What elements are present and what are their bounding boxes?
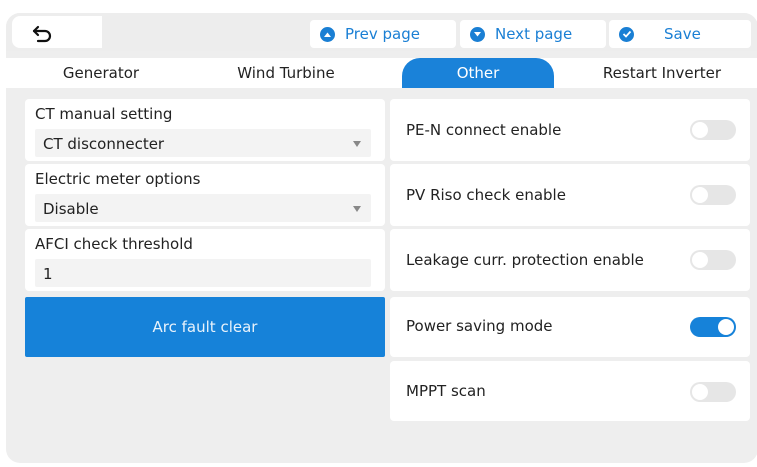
- toggle-knob: [692, 252, 708, 268]
- ct-setting-card: CT manual setting CT disconnecter: [25, 99, 385, 161]
- afci-threshold-input[interactable]: 1: [35, 259, 371, 287]
- tab-restart-inverter[interactable]: Restart Inverter: [576, 58, 748, 88]
- tab-wind-turbine[interactable]: Wind Turbine: [206, 58, 366, 88]
- chevron-down-icon: [470, 26, 485, 42]
- power-saving-toggle[interactable]: [690, 317, 736, 337]
- leakage-toggle[interactable]: [690, 250, 736, 270]
- afci-threshold-card: AFCI check threshold 1: [25, 229, 385, 291]
- prev-page-button[interactable]: Prev page: [310, 20, 456, 48]
- next-page-label: Next page: [495, 25, 573, 43]
- back-button-decoration: [66, 16, 126, 48]
- pv-riso-toggle[interactable]: [690, 185, 736, 205]
- top-toolbar: Prev page Next page Save: [6, 13, 757, 51]
- meter-options-select[interactable]: Disable: [35, 194, 371, 222]
- mppt-scan-label: MPPT scan: [406, 382, 486, 400]
- meter-options-card: Electric meter options Disable: [25, 164, 385, 226]
- toggle-knob: [692, 187, 708, 203]
- save-button[interactable]: Save: [609, 20, 751, 48]
- back-arrow-icon: [32, 25, 52, 43]
- toggle-knob: [718, 319, 734, 335]
- check-icon: [619, 26, 634, 42]
- prev-page-label: Prev page: [345, 25, 420, 43]
- afci-threshold-value: 1: [43, 265, 53, 283]
- toggle-knob: [692, 122, 708, 138]
- ct-setting-value: CT disconnecter: [43, 135, 165, 153]
- arc-fault-clear-button[interactable]: Arc fault clear: [25, 297, 385, 357]
- switch-row-mppt-scan: MPPT scan: [390, 361, 750, 421]
- pe-n-label: PE-N connect enable: [406, 121, 562, 139]
- leakage-label: Leakage curr. protection enable: [406, 251, 644, 269]
- switch-row-pe-n: PE-N connect enable: [390, 99, 750, 161]
- ct-setting-label: CT manual setting: [35, 105, 173, 123]
- app-frame: Prev page Next page Save Generator Wind …: [6, 13, 757, 463]
- dropdown-caret-icon: [353, 141, 361, 147]
- next-page-button[interactable]: Next page: [460, 20, 606, 48]
- switch-row-power-saving: Power saving mode: [390, 297, 750, 357]
- switch-row-leakage: Leakage curr. protection enable: [390, 229, 750, 291]
- ct-setting-select[interactable]: CT disconnecter: [35, 129, 371, 157]
- power-saving-label: Power saving mode: [406, 317, 553, 335]
- pe-n-toggle[interactable]: [690, 120, 736, 140]
- tab-other[interactable]: Other: [402, 58, 554, 88]
- switch-row-pv-riso: PV Riso check enable: [390, 164, 750, 226]
- tab-generator[interactable]: Generator: [26, 58, 176, 88]
- toggle-knob: [692, 384, 708, 400]
- arc-fault-clear-label: Arc fault clear: [152, 318, 258, 336]
- afci-threshold-label: AFCI check threshold: [35, 235, 193, 253]
- mppt-scan-toggle[interactable]: [690, 382, 736, 402]
- dropdown-caret-icon: [353, 206, 361, 212]
- save-label: Save: [664, 25, 701, 43]
- tab-bar: Generator Wind Turbine Other Restart Inv…: [6, 58, 757, 88]
- pv-riso-label: PV Riso check enable: [406, 186, 566, 204]
- meter-options-label: Electric meter options: [35, 170, 201, 188]
- meter-options-value: Disable: [43, 200, 99, 218]
- chevron-up-icon: [320, 26, 335, 42]
